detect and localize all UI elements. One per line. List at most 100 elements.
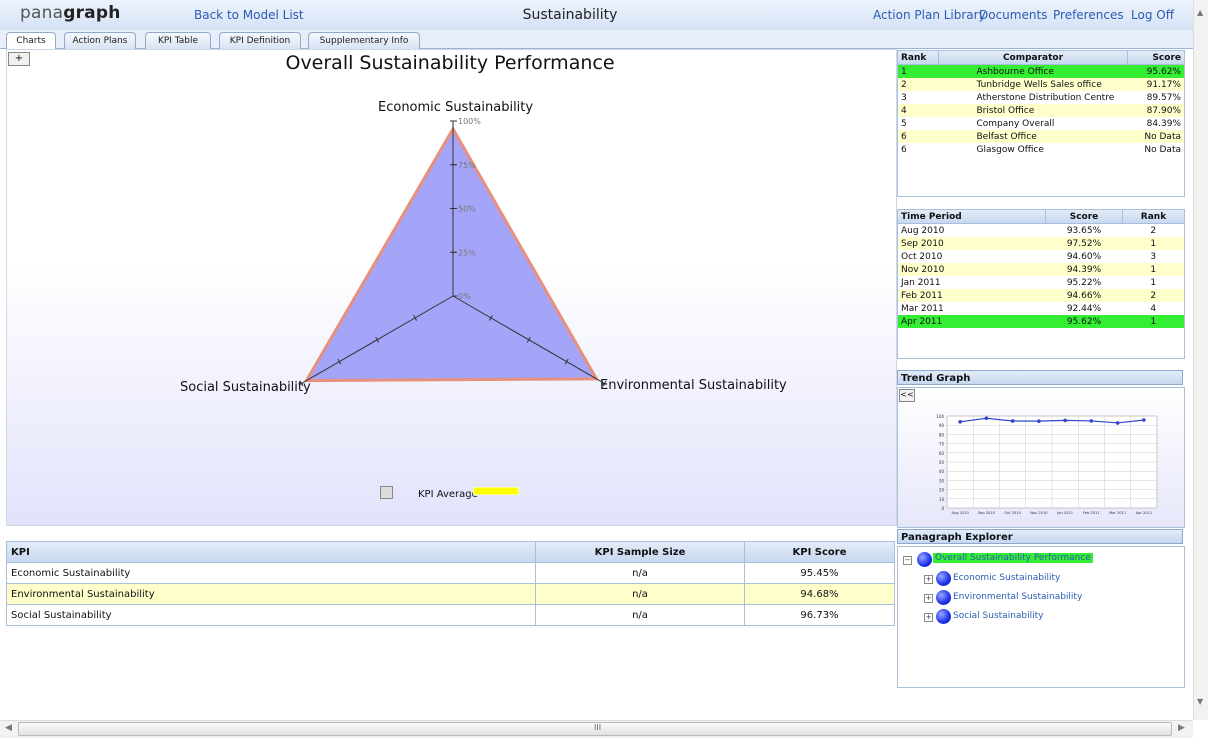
scroll-left-icon[interactable]: ◀ <box>5 723 12 733</box>
table-row[interactable]: 4 Bristol Office 87.90% <box>898 104 1184 117</box>
col-score[interactable]: KPI Score <box>744 541 895 563</box>
table-row[interactable]: 1 Ashbourne Office 95.62% <box>898 64 1184 78</box>
table-row[interactable]: Sep 2010 97.52% 1 <box>898 237 1184 250</box>
table-row[interactable]: 5 Company Overall 84.39% <box>898 117 1184 130</box>
table-row[interactable]: Oct 2010 94.60% 3 <box>898 250 1184 263</box>
collapse-button[interactable]: << <box>899 389 915 402</box>
tree-node-environmental[interactable]: Environmental Sustainability <box>953 592 1082 602</box>
expand-icon[interactable]: + <box>924 594 933 603</box>
col-comparator[interactable]: Comparator <box>938 51 1128 65</box>
col-rank[interactable]: Rank <box>898 51 939 65</box>
period: Sep 2010 <box>901 238 944 249</box>
comparator-score: 89.57% <box>1146 92 1181 103</box>
col-score[interactable]: Score <box>1045 210 1123 224</box>
col-kpi[interactable]: KPI <box>6 541 536 563</box>
table-row[interactable]: Mar 2011 92.44% 4 <box>898 302 1184 315</box>
table-row[interactable]: Jan 2011 95.22% 1 <box>898 276 1184 289</box>
kpi-sample: n/a <box>535 583 745 605</box>
comparator-score: 95.62% <box>1146 66 1181 77</box>
node-ball-icon <box>936 571 951 586</box>
trend-y-tick-label: 50 <box>939 460 945 465</box>
time-table-header: Time Period Score Rank <box>898 210 1184 224</box>
legend-checkbox[interactable] <box>380 486 393 499</box>
table-row[interactable]: Economic Sustainability n/a 95.45% <box>6 562 895 584</box>
kpi-table-header: KPI KPI Sample Size KPI Score <box>6 541 895 563</box>
documents-link[interactable]: Documents <box>979 8 1047 22</box>
table-row[interactable]: Social Sustainability n/a 96.73% <box>6 604 895 626</box>
trend-y-tick-label: 100 <box>936 414 944 419</box>
period-rank: 2 <box>1150 225 1157 236</box>
table-row[interactable]: Aug 2010 93.65% 2 <box>898 224 1184 238</box>
col-sample-size[interactable]: KPI Sample Size <box>535 541 745 563</box>
trend-x-tick-label: Oct 2010 <box>1004 511 1021 515</box>
comparator-name: Company Overall <box>976 118 1055 129</box>
expand-icon[interactable]: + <box>924 613 933 622</box>
trend-graph-title: Trend Graph <box>897 370 1183 385</box>
trend-y-tick-label: 20 <box>939 488 945 493</box>
table-row[interactable]: Apr 2011 95.62% 1 <box>898 315 1184 328</box>
period-score: 92.44% <box>1066 303 1102 314</box>
tree-node-overall[interactable]: Overall Sustainability Performance <box>933 553 1093 563</box>
col-rank[interactable]: Rank <box>1122 210 1184 224</box>
legend-swatch <box>473 487 519 495</box>
period-score: 97.52% <box>1066 238 1102 249</box>
rank-value: 6 <box>901 131 907 142</box>
table-row[interactable]: Nov 2010 94.39% 1 <box>898 263 1184 276</box>
period-score: 95.62% <box>1066 316 1102 327</box>
kpi-score: 96.73% <box>744 604 895 626</box>
trend-x-tick-label: Apr 2011 <box>1136 511 1153 515</box>
tree-node-social[interactable]: Social Sustainability <box>953 611 1043 621</box>
col-score[interactable]: Score <box>1127 51 1184 65</box>
scroll-right-icon[interactable]: ▶ <box>1178 723 1185 733</box>
col-time-period[interactable]: Time Period <box>898 210 1046 224</box>
trend-y-tick-label: 30 <box>939 478 945 483</box>
radar-scale-label: 25% <box>458 248 476 257</box>
radar-scale-label: 75% <box>458 161 476 170</box>
trend-y-tick-label: 10 <box>939 497 945 502</box>
trend-point <box>984 416 989 421</box>
trend-chart: 1009080706050403020100Aug 2010 Sep 2010 Oc… <box>936 414 1158 515</box>
comparator-score: 91.17% <box>1146 79 1181 90</box>
trend-point <box>1063 418 1067 423</box>
period-score: 94.60% <box>1066 251 1102 262</box>
table-row[interactable]: Environmental Sustainability n/a 94.68% <box>6 583 895 605</box>
explorer-title: Panagraph Explorer <box>897 529 1183 544</box>
table-row[interactable]: 2 Tunbridge Wells Sales office 91.17% <box>898 78 1184 91</box>
period: Mar 2011 <box>901 303 944 314</box>
trend-y-tick-label: 70 <box>939 442 945 447</box>
radar-series-kpi-average <box>303 125 600 383</box>
trend-y-tick-label: 40 <box>939 469 945 474</box>
period-score: 94.39% <box>1066 264 1102 275</box>
table-row[interactable]: Feb 2011 94.66% 2 <box>898 289 1184 302</box>
rank-value: 4 <box>901 105 907 116</box>
trend-x-tick-label: Feb 2011 <box>1083 511 1100 515</box>
table-row[interactable]: 6 Belfast Office No Data <box>898 130 1184 143</box>
preferences-link[interactable]: Preferences <box>1053 8 1124 22</box>
trend-point <box>958 420 962 424</box>
trend-x-tick-label: Sep 2010 <box>978 511 996 515</box>
scroll-down-icon[interactable]: ▼ <box>1197 697 1203 706</box>
trend-grid <box>946 415 1158 509</box>
period-rank: 2 <box>1150 290 1157 301</box>
comparator-score: 87.90% <box>1146 105 1181 116</box>
log-off-link[interactable]: Log Off <box>1131 8 1174 22</box>
table-row[interactable]: 6 Glasgow Office No Data <box>898 143 1184 156</box>
period-rank: 4 <box>1150 303 1157 314</box>
scroll-up-icon[interactable]: ▲ <box>1197 8 1203 17</box>
vertical-scrollbar[interactable] <box>1193 0 1208 720</box>
period: Nov 2010 <box>901 264 945 275</box>
comparator-score: 84.39% <box>1146 118 1181 129</box>
tree-node-economic[interactable]: Economic Sustainability <box>953 573 1060 583</box>
period-score: 94.66% <box>1066 290 1102 301</box>
trend-y-tick-label: 80 <box>939 432 945 437</box>
trend-y-tick-label: 0 <box>941 506 944 511</box>
table-row[interactable]: 3 Atherstone Distribution Centre 89.57% <box>898 91 1184 104</box>
axis-label-environmental: Environmental Sustainability <box>600 378 787 393</box>
trend-point <box>1142 418 1146 422</box>
expand-icon[interactable]: + <box>924 575 933 584</box>
period: Apr 2011 <box>901 316 943 327</box>
collapse-icon[interactable]: − <box>903 556 912 565</box>
rank-value: 2 <box>901 79 907 90</box>
scrollbar-grip: III <box>594 723 602 732</box>
trend-point <box>1115 421 1120 425</box>
